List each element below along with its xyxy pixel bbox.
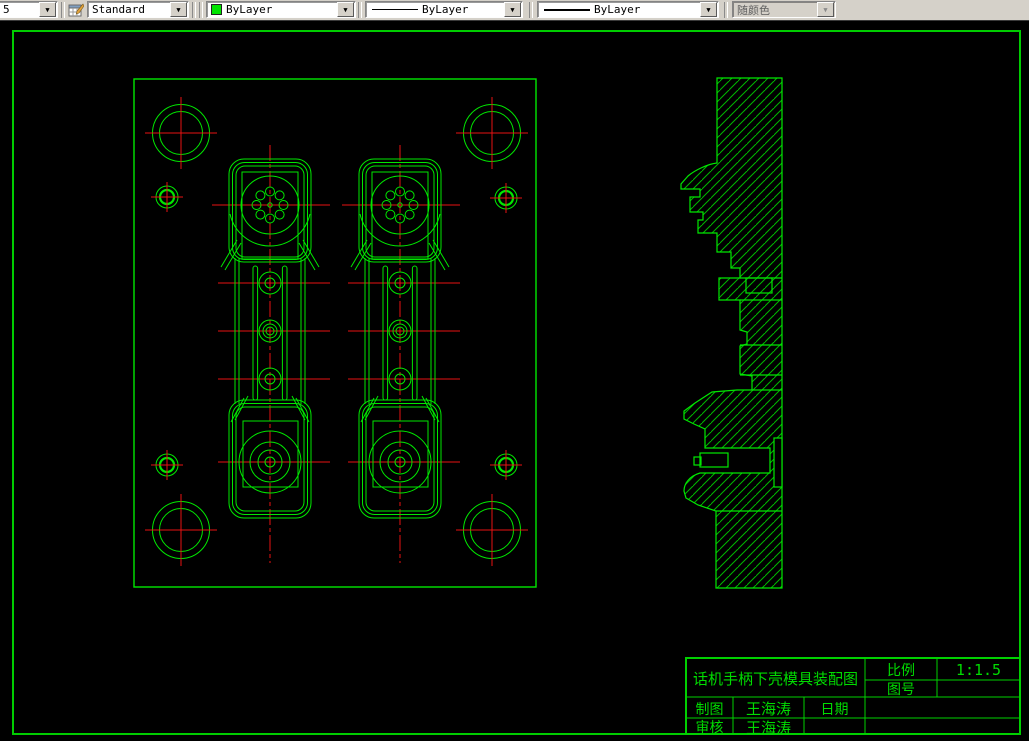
section-view [680, 77, 783, 589]
toolbar-divider [358, 2, 362, 18]
table-style-button[interactable] [66, 1, 86, 19]
titleblock-scale-value: 1:1.5 [955, 661, 1002, 679]
guide-hole-bottom-right [455, 493, 529, 567]
screw-hole-bottom-right [488, 448, 524, 482]
toolbar-divider [529, 2, 533, 18]
guide-hole-top-right [455, 96, 529, 170]
plot-style-value: 随颜色 [737, 3, 770, 17]
plot-style-combo: 随颜色 ▼ [732, 1, 836, 18]
handle-cavity-left [211, 144, 331, 564]
mold-plate-outline [133, 78, 537, 588]
titleblock-title: 话机手柄下壳模具装配图 [692, 671, 858, 688]
drawing [12, 30, 1021, 735]
chevron-down-icon: ▼ [817, 2, 834, 17]
table-style-combo[interactable]: Standard ▼ [87, 1, 189, 18]
toolbar-divider [192, 2, 196, 18]
guide-hole-bottom-left [144, 493, 218, 567]
plan-view [133, 78, 537, 588]
cad-window: 5 ▼ Standard ▼ ByLayer ▼ ByLayer ▼ ByLay… [0, 0, 1029, 741]
screw-hole-bottom-left [149, 448, 185, 482]
toolbar-divider [724, 2, 728, 18]
chevron-down-icon[interactable]: ▼ [39, 2, 56, 17]
lineweight-sample-icon [544, 8, 590, 11]
chevron-down-icon[interactable]: ▼ [170, 2, 187, 17]
handle-cavity-right [341, 144, 461, 564]
titleblock-drawingno-label: 图号 [887, 680, 915, 697]
dim-style-combo[interactable]: 5 ▼ [0, 1, 58, 18]
color-swatch-icon [211, 4, 222, 15]
dim-style-value: 5 [3, 3, 10, 16]
drawing-frame [12, 30, 1021, 735]
table-style-icon [68, 3, 84, 17]
titleblock-drawn-label: 制图 [695, 700, 724, 717]
toolbar-divider [61, 2, 65, 18]
drawing-canvas[interactable]: 话机手柄下壳模具装配图 比例 1:1.5 图号 制图 王海涛 日期 审核 王海涛 [0, 21, 1029, 741]
guide-hole-top-left [144, 96, 218, 170]
color-combo[interactable]: ByLayer ▼ [206, 1, 356, 18]
screw-hole-top-left [149, 180, 185, 214]
table-style-value: Standard [92, 3, 145, 16]
toolbar-divider [199, 2, 203, 18]
linetype-combo[interactable]: ByLayer ▼ [365, 1, 523, 18]
chevron-down-icon[interactable]: ▼ [700, 2, 717, 17]
lineweight-combo[interactable]: ByLayer ▼ [537, 1, 719, 18]
color-value: ByLayer [226, 3, 273, 16]
titleblock-checked-label: 审核 [695, 719, 724, 735]
screw-hole-top-right [488, 181, 524, 215]
linetype-sample-icon [372, 9, 418, 10]
titleblock-checked-value: 王海涛 [745, 719, 791, 737]
chevron-down-icon[interactable]: ▼ [337, 2, 354, 17]
section-slot-tab [693, 452, 729, 468]
lineweight-value: ByLayer [594, 3, 641, 16]
titleblock-date-label: 日期 [820, 700, 849, 717]
toolbar: 5 ▼ Standard ▼ ByLayer ▼ ByLayer ▼ ByLay… [0, 0, 1029, 21]
section-ejector-gap [773, 437, 783, 488]
linetype-value: ByLayer [422, 3, 469, 16]
chevron-down-icon[interactable]: ▼ [504, 2, 521, 17]
